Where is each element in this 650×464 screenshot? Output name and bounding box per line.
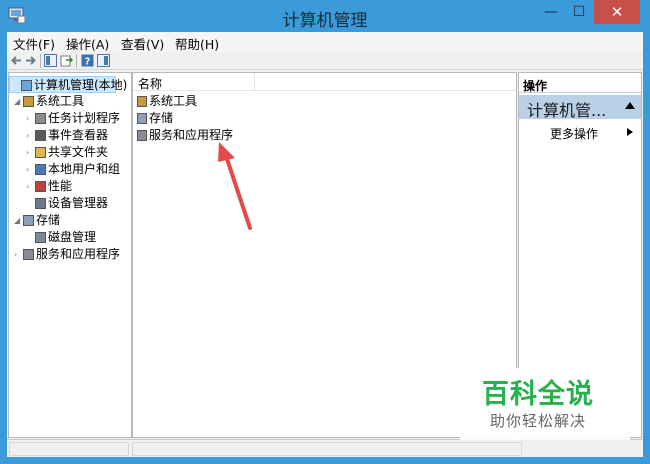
expand-arrow-icon[interactable]: ›: [14, 246, 22, 263]
toolbar-separator: [76, 54, 77, 68]
toolbar-separator: [40, 54, 41, 68]
action-more-actions[interactable]: 更多操作: [519, 123, 641, 141]
list-item-label: 系统工具: [149, 94, 198, 108]
system-tools-icon: [23, 96, 34, 107]
minimize-button[interactable]: —: [538, 0, 564, 24]
watermark-title: 百科全说: [482, 379, 594, 410]
expand-arrow-icon[interactable]: ›: [26, 127, 34, 144]
shared-folders-icon: [35, 147, 46, 158]
status-bar: [7, 439, 643, 457]
watermark: 百科全说 助你轻松解决: [460, 368, 630, 440]
list-item-label: 服务和应用程序: [149, 128, 234, 142]
column-header[interactable]: 名称: [133, 73, 516, 91]
tree-item-label: 性能: [48, 179, 73, 193]
actions-title: 操作: [523, 79, 548, 93]
tree-item-label: 系统工具: [36, 94, 85, 108]
export-list-icon[interactable]: [60, 54, 73, 67]
tree-item-label: 设备管理器: [48, 196, 109, 210]
window: 计算机管理 — ☐ ✕ 文件(F) 操作(A) 查看(V) 帮助(H) ? 计算…: [0, 0, 650, 464]
expand-arrow-icon[interactable]: ›: [26, 178, 34, 195]
system-tools-icon: [137, 96, 147, 107]
list-item-label: 存储: [149, 111, 174, 125]
disk-management-icon: [35, 232, 46, 243]
services-apps-icon: [23, 249, 34, 260]
tree-item-label: 事件查看器: [48, 128, 109, 142]
expanded-arrow-icon[interactable]: ◢: [14, 212, 22, 229]
expanded-arrow-icon[interactable]: ◢: [14, 93, 22, 110]
actions-section-label: 计算机管...: [527, 101, 607, 120]
back-arrow-icon[interactable]: [10, 54, 23, 67]
expand-arrow-icon[interactable]: ›: [26, 144, 34, 161]
computer-management-icon: [21, 80, 32, 91]
storage-icon: [137, 113, 147, 124]
tree-item-label: 任务计划程序: [48, 111, 121, 125]
svg-text:?: ?: [85, 57, 91, 68]
device-manager-icon: [35, 198, 46, 209]
help-icon[interactable]: ?: [81, 54, 94, 67]
performance-icon: [35, 181, 46, 192]
local-users-icon: [35, 164, 46, 175]
status-cell: [132, 442, 522, 456]
column-header-name: 名称: [138, 77, 163, 91]
menu-action[interactable]: 操作(A): [66, 34, 109, 53]
storage-icon: [23, 215, 34, 226]
watermark-subtitle: 助你轻松解决: [490, 412, 587, 430]
show-hide-tree-icon[interactable]: [44, 54, 57, 67]
collapse-arrow-icon: [625, 102, 635, 109]
expand-arrow-icon[interactable]: ›: [26, 110, 34, 127]
tree-item[interactable]: 计算机管理(本地): [9, 76, 127, 93]
title-bar[interactable]: 计算机管理 — ☐ ✕: [0, 0, 650, 32]
tree-item-label: 本地用户和组: [48, 162, 121, 176]
actions-header: 操作: [519, 73, 641, 93]
menu-view[interactable]: 查看(V): [121, 34, 164, 53]
menu-file[interactable]: 文件(F): [13, 34, 55, 53]
task-scheduler-icon: [35, 113, 46, 124]
forward-arrow-icon[interactable]: [24, 54, 37, 67]
expand-arrow-icon[interactable]: ›: [26, 161, 34, 178]
tree-item-label: 存储: [36, 213, 61, 227]
toolbar: ?: [7, 52, 643, 70]
submenu-arrow-icon: [627, 128, 633, 136]
tree-item-label: 磁盘管理: [48, 230, 97, 244]
console-tree: 计算机管理(本地) ◢ 系统工具 › 任务计划程序 › 事件查看器 › 共享文件夹 › 本地用户和组…: [8, 72, 132, 438]
maximize-button[interactable]: ☐: [566, 0, 592, 24]
column-divider[interactable]: [254, 73, 255, 91]
close-button[interactable]: ✕: [594, 0, 640, 24]
menu-help[interactable]: 帮助(H): [175, 34, 219, 53]
actions-section-computer-management[interactable]: 计算机管...: [519, 95, 641, 120]
action-more-actions-label: 更多操作: [550, 127, 599, 141]
services-apps-icon: [137, 130, 147, 141]
tree-item-label: 计算机管理(本地): [34, 78, 128, 92]
status-cell: [9, 442, 129, 456]
show-hide-action-pane-icon[interactable]: [97, 54, 110, 67]
tree-item-label: 服务和应用程序: [36, 247, 121, 261]
tree-item-label: 共享文件夹: [48, 145, 109, 159]
event-viewer-icon: [35, 130, 46, 141]
menu-bar: 文件(F) 操作(A) 查看(V) 帮助(H): [7, 32, 643, 52]
